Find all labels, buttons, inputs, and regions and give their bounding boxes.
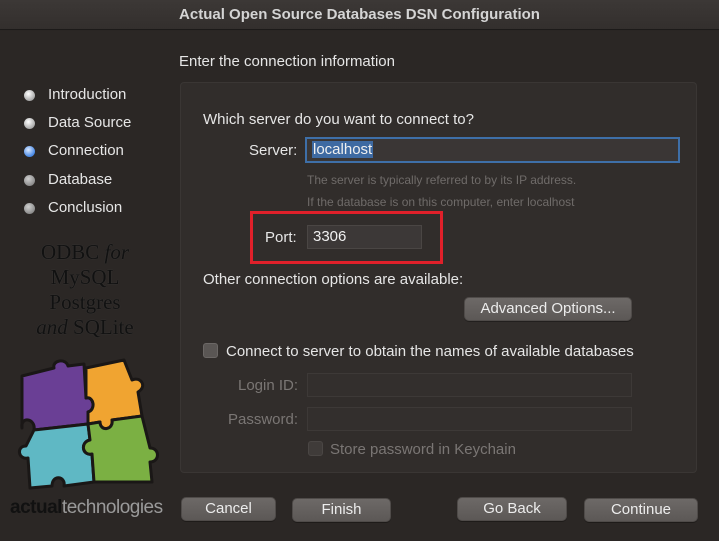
keychain-checkbox[interactable] [308, 441, 323, 456]
tagline-postgres: Postgres [49, 290, 121, 314]
window-title: Actual Open Source Databases DSN Configu… [179, 6, 540, 23]
tagline-mysql: MySQL [50, 265, 120, 289]
login-id-input[interactable] [307, 373, 632, 397]
go-back-button[interactable]: Go Back [457, 497, 567, 521]
options-text: Other connection options are available: [203, 271, 464, 288]
server-label: Server: [249, 142, 298, 159]
keychain-label: Store password in Keychain [330, 441, 516, 458]
step-label: Database [48, 171, 113, 188]
continue-button[interactable]: Continue [584, 498, 698, 522]
step-pending-icon [24, 175, 35, 186]
connect-server-label: Connect to server to obtain the names of… [226, 343, 634, 360]
logo-actual: actual [10, 497, 62, 518]
advanced-options-button[interactable]: Advanced Options... [464, 297, 632, 321]
odbc-tagline: ODBC for MySQL Postgres and SQLite [20, 240, 150, 340]
step-done-icon [24, 118, 35, 129]
step-label: Data Source [48, 114, 132, 131]
server-value: localhost [312, 141, 374, 158]
port-input[interactable]: 3306 [307, 225, 422, 249]
tagline-and: and [36, 315, 68, 339]
connect-server-checkbox[interactable] [203, 343, 218, 358]
step-pending-icon [24, 203, 35, 214]
server-question: Which server do you want to connect to? [203, 111, 474, 128]
step-label: Connection [48, 142, 124, 159]
step-label: Conclusion [48, 199, 123, 216]
tagline-for: for [104, 240, 130, 264]
logo-technologies: technologies [61, 497, 163, 518]
tagline-sqlite: SQLite [73, 315, 134, 339]
title-bar: Actual Open Source Databases DSN Configu… [0, 0, 719, 30]
finish-button[interactable]: Finish [292, 498, 391, 522]
password-label: Password: [228, 411, 299, 428]
tagline-odbc: ODBC [40, 240, 100, 264]
server-hint-localhost: If the database is on this computer, ent… [307, 195, 575, 209]
step-done-icon [24, 90, 35, 101]
server-input[interactable]: localhost [305, 137, 680, 163]
step-label: Introduction [48, 86, 127, 103]
puzzle-logo-icon [18, 358, 159, 490]
password-input[interactable] [307, 407, 632, 431]
step-active-icon [24, 146, 35, 157]
port-label: Port: [265, 229, 297, 246]
login-id-label: Login ID: [238, 377, 299, 394]
cancel-button[interactable]: Cancel [181, 497, 276, 521]
actual-technologies-logo: actualtechnologies [10, 497, 163, 519]
section-title: Enter the connection information [179, 53, 395, 70]
server-hint-ip: The server is typically referred to by i… [307, 173, 577, 187]
